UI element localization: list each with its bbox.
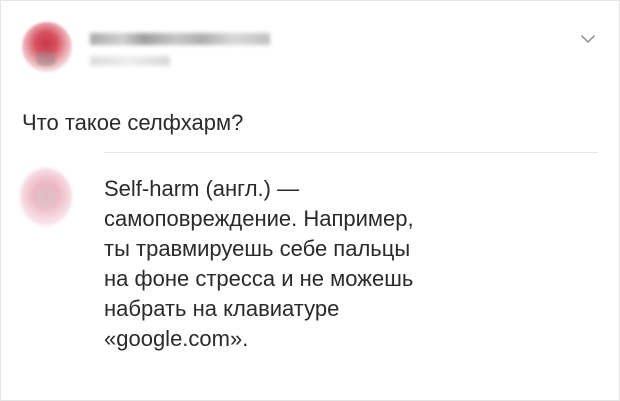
author-avatar[interactable] <box>22 22 72 72</box>
reply-line: самоповреждение. Например, <box>104 206 414 231</box>
reply-avatar[interactable] <box>20 168 72 226</box>
reply-line: набрать на клавиатуре <box>104 296 340 321</box>
reply-line: ты травмируешь себе пальцы <box>104 236 411 261</box>
author-name-redacted <box>90 33 270 45</box>
divider <box>104 152 598 153</box>
reply-line: на фоне стресса и не можешь <box>104 266 414 291</box>
reply-line: Self-harm (англ.) — <box>104 176 300 201</box>
reply-line: «google.com». <box>104 326 249 351</box>
post-meta-redacted <box>90 56 170 66</box>
post-text: Что такое селфхарм? <box>22 110 244 135</box>
chevron-down-icon[interactable] <box>581 34 595 44</box>
reply-text: Self-harm (англ.) — самоповреждение. Нап… <box>104 174 604 354</box>
